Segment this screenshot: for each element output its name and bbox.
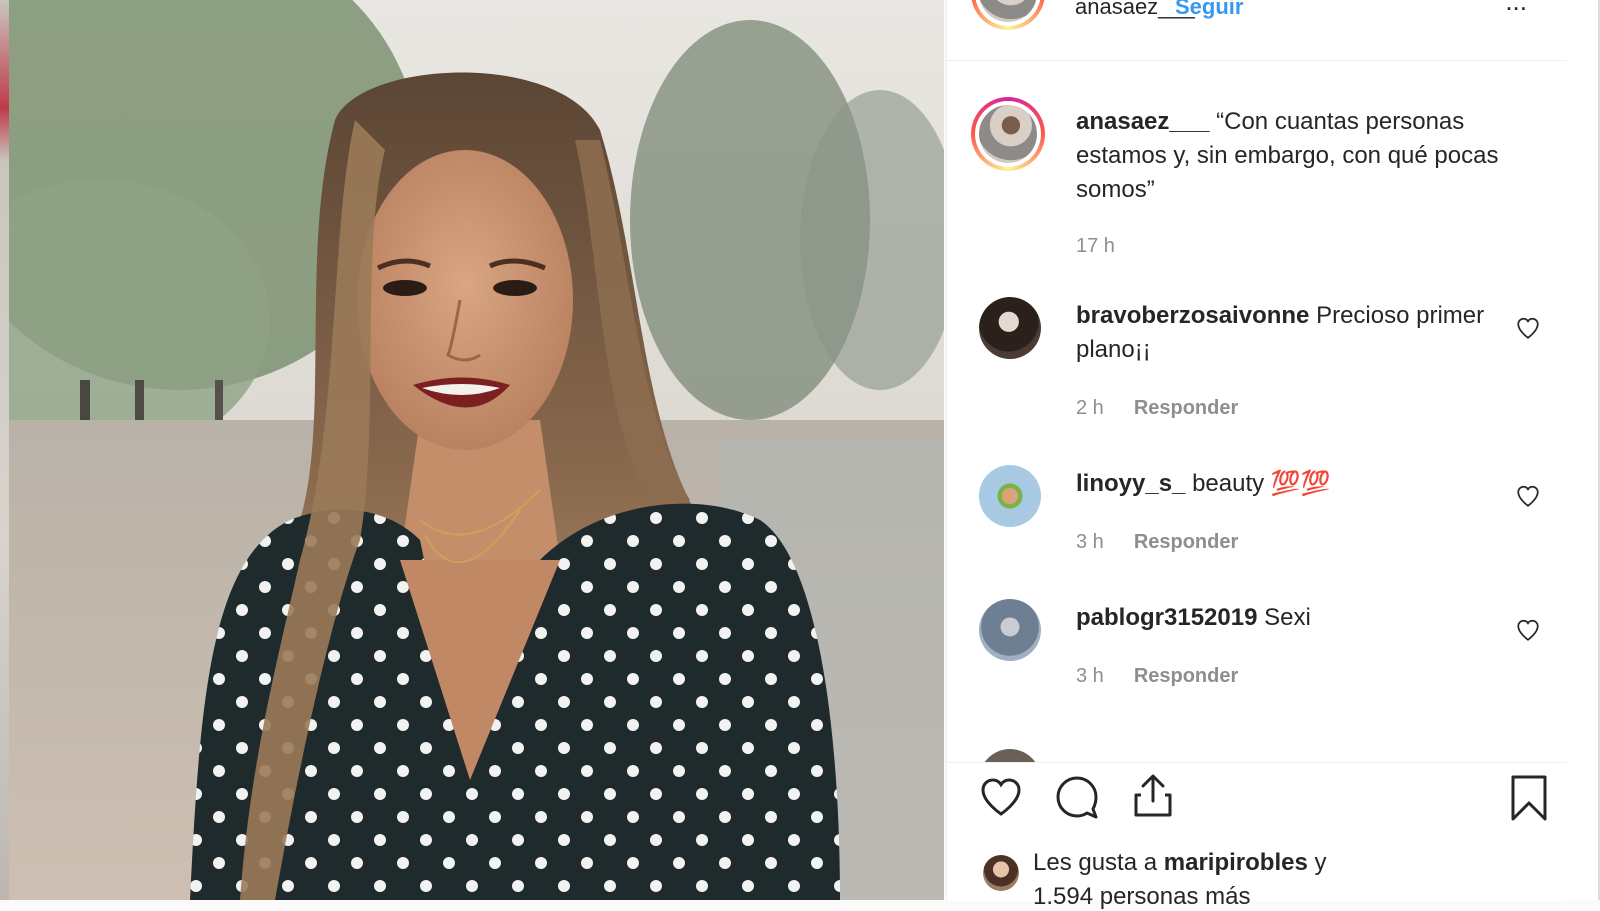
- comment-icon[interactable]: [1053, 773, 1101, 821]
- caption-time-text[interactable]: 17 h: [1076, 235, 1115, 257]
- comment-time[interactable]: 2 h: [1076, 397, 1104, 419]
- comment-time[interactable]: 3 h: [1076, 531, 1104, 553]
- post-caption: anasaez___ “Con cuantas personas estamos…: [1076, 105, 1506, 207]
- heart-icon[interactable]: [977, 773, 1025, 821]
- comment-item: bravoberzosaivonne Precioso primer plano…: [1076, 299, 1506, 367]
- liker-username[interactable]: maripirobles: [1164, 849, 1308, 876]
- likes-prefix: Les gusta a: [1033, 849, 1158, 876]
- comment-body: Sexi: [1264, 604, 1311, 631]
- caption-author-avatar[interactable]: [971, 97, 1045, 171]
- comment-meta: 3 h Responder: [1076, 531, 1238, 554]
- comment-username[interactable]: bravoberzosaivonne: [1076, 302, 1309, 329]
- comment-time[interactable]: 3 h: [1076, 665, 1104, 687]
- caption-username[interactable]: anasaez___: [1076, 108, 1209, 135]
- small-heart-icon[interactable]: [1515, 483, 1541, 509]
- post-photo-image: [0, 0, 944, 900]
- liker-avatar[interactable]: [983, 855, 1019, 891]
- comment-avatar-partial[interactable]: [979, 749, 1041, 763]
- post-header: anasaez___ Seguir ...: [947, 0, 1567, 61]
- left-edge-strip: [0, 0, 9, 900]
- small-heart-icon[interactable]: [1515, 617, 1541, 643]
- comment-meta: 3 h Responder: [1076, 665, 1238, 688]
- share-icon[interactable]: [1129, 771, 1177, 819]
- reply-button[interactable]: Responder: [1134, 531, 1238, 553]
- comment-meta: 2 h Responder: [1076, 397, 1238, 420]
- likes-summary: Les gusta a maripirobles y: [1033, 849, 1326, 877]
- bookmark-icon[interactable]: [1505, 773, 1553, 821]
- likes-suffix: y: [1314, 849, 1327, 876]
- post-photo[interactable]: [0, 0, 944, 900]
- comments-list[interactable]: anasaez___ “Con cuantas personas estamos…: [947, 61, 1567, 763]
- comment-username[interactable]: pablogr3152019: [1076, 604, 1257, 631]
- reply-button[interactable]: Responder: [1134, 397, 1238, 419]
- comment-avatar[interactable]: [979, 599, 1041, 661]
- post-actions-bar: Les gusta a maripirobles y 1.594 persona…: [947, 762, 1567, 910]
- comment-avatar[interactable]: [979, 465, 1041, 527]
- follow-button[interactable]: Seguir: [1175, 0, 1243, 20]
- caption-time[interactable]: 17 h: [1076, 235, 1115, 258]
- comment-item: linoyy_s_ beauty 💯💯: [1076, 467, 1506, 501]
- comment-item: pablogr3152019 Sexi: [1076, 601, 1506, 635]
- comment-username[interactable]: linoyy_s_: [1076, 470, 1185, 497]
- reply-button[interactable]: Responder: [1134, 665, 1238, 687]
- comment-avatar[interactable]: [979, 297, 1041, 359]
- author-avatar[interactable]: [971, 0, 1045, 30]
- small-heart-icon[interactable]: [1515, 315, 1541, 341]
- more-options-icon[interactable]: ...: [1505, 0, 1527, 17]
- comment-body: beauty 💯💯: [1192, 470, 1331, 497]
- post-side-panel: anasaez___ Seguir ... anasaez___ “Con cu…: [946, 0, 1600, 910]
- likes-count[interactable]: 1.594 personas más: [1033, 883, 1250, 911]
